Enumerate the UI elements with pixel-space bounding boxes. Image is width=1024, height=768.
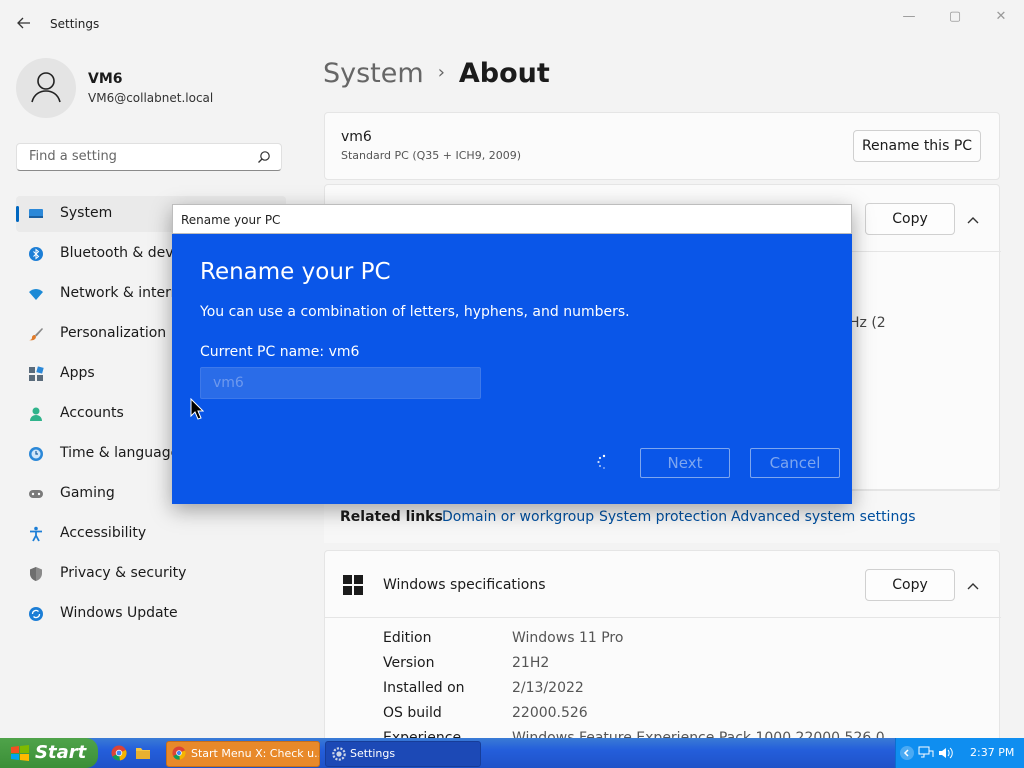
spec-label: Edition	[383, 630, 432, 646]
windows-logo-icon	[343, 575, 363, 595]
advanced-system-settings-link[interactable]: Advanced system settings	[731, 509, 916, 525]
dialog-heading: Rename your PC	[200, 259, 391, 285]
network-icon	[29, 289, 43, 300]
windows-flag-icon	[11, 745, 29, 761]
search-box[interactable]	[16, 143, 282, 171]
taskbar-item-settings[interactable]: Settings	[325, 741, 481, 767]
back-arrow-icon	[17, 17, 30, 29]
app-title: Settings	[50, 17, 100, 31]
chrome-quicklaunch-icon[interactable]	[111, 745, 127, 761]
chevron-right-icon: ›	[437, 62, 445, 83]
dialog-description: You can use a combination of letters, hy…	[200, 304, 630, 320]
back-button[interactable]	[10, 12, 38, 36]
taskbar-item-label: Start Menu X: Check u...	[191, 747, 320, 760]
gamepad-icon	[29, 490, 43, 498]
tray-expand-icon[interactable]	[900, 746, 914, 760]
active-indicator	[16, 206, 19, 222]
maximize-button[interactable]: ▢	[932, 6, 978, 28]
pc-name: vm6	[341, 129, 372, 145]
related-links-label: Related links	[340, 509, 443, 525]
search-input[interactable]	[27, 148, 246, 165]
accounts-icon	[30, 407, 42, 421]
sidebar-item-label: Gaming	[60, 485, 115, 501]
user-email: VM6@collabnet.local	[88, 91, 214, 105]
windows-specs-title: Windows specifications	[383, 577, 546, 593]
sidebar-item-windows-update[interactable]: Windows Update	[16, 596, 286, 632]
chevron-up-icon	[967, 583, 979, 590]
spec-value: 21H2	[512, 655, 550, 671]
domain-workgroup-link[interactable]: Domain or workgroup	[442, 509, 594, 525]
apps-icon	[29, 366, 44, 381]
spec-value: Windows 11 Pro	[512, 630, 624, 646]
user-icon	[31, 72, 61, 103]
user-name: VM6	[88, 71, 123, 87]
title-bar: Settings — ▢ ✕	[0, 0, 1024, 48]
start-label: Start	[35, 742, 87, 763]
network-tray-icon[interactable]	[918, 746, 934, 760]
rename-pc-button[interactable]: Rename this PC	[853, 130, 981, 162]
spec-label: Version	[383, 655, 435, 671]
search-icon[interactable]	[257, 150, 271, 164]
sidebar-item-privacy-security[interactable]: Privacy & security	[16, 556, 286, 592]
loading-spinner-icon	[597, 454, 606, 469]
breadcrumb: System › About	[323, 58, 550, 89]
brush-icon	[29, 328, 43, 341]
cancel-button[interactable]: Cancel	[750, 448, 840, 478]
bluetooth-icon	[29, 247, 43, 261]
clock[interactable]: 2:37 PM	[970, 746, 1014, 759]
dialog-caption: Rename your PC	[181, 213, 281, 227]
copy-windows-specs-button[interactable]: Copy	[865, 569, 955, 601]
sidebar-item-label: Accessibility	[60, 525, 147, 541]
new-pc-name-input[interactable]	[200, 367, 481, 399]
rename-pc-dialog: Rename your PC Rename your PC You can us…	[172, 204, 852, 504]
folder-quicklaunch-icon[interactable]	[135, 745, 151, 761]
taskbar	[0, 738, 1024, 768]
start-button[interactable]: Start	[0, 738, 98, 768]
avatar[interactable]	[16, 58, 76, 118]
clock-icon	[29, 447, 43, 461]
chevron-up-icon	[967, 217, 979, 224]
next-button[interactable]: Next	[640, 448, 730, 478]
system-tray: 2:37 PM	[895, 738, 1024, 768]
sidebar-item-label: Accounts	[60, 405, 124, 421]
minimize-button[interactable]: —	[886, 6, 932, 28]
sidebar-item-label: Time & language	[60, 445, 180, 461]
sidebar-item-label: Apps	[60, 365, 95, 381]
volume-icon[interactable]	[938, 746, 954, 760]
collapse-device-specs-button[interactable]	[967, 209, 991, 229]
divider	[325, 617, 1001, 618]
breadcrumb-parent[interactable]: System	[323, 58, 424, 89]
pc-model: Standard PC (Q35 + ICH9, 2009)	[341, 149, 521, 162]
windows-specs-card: Windows specifications Copy Edition Wind…	[324, 550, 1001, 750]
taskbar-item-chrome[interactable]: Start Menu X: Check u...	[166, 741, 320, 767]
spec-value: 2/13/2022	[512, 680, 584, 696]
settings-gear-icon	[332, 747, 346, 761]
sidebar-item-label: Windows Update	[60, 605, 178, 621]
sidebar-item-label: Personalization	[60, 325, 167, 341]
taskbar-item-label: Settings	[350, 747, 396, 760]
sidebar-item-accessibility[interactable]: Accessibility	[16, 516, 286, 552]
pc-name-card: vm6 Standard PC (Q35 + ICH9, 2009) Renam…	[324, 112, 1000, 180]
spec-label: Installed on	[383, 680, 465, 696]
processor-value-fragment: Hz (2	[849, 315, 886, 331]
update-icon	[29, 607, 43, 621]
close-button[interactable]: ✕	[978, 6, 1024, 28]
chrome-icon	[172, 746, 186, 760]
sidebar-item-label: System	[60, 205, 113, 221]
system-protection-link[interactable]: System protection	[599, 509, 727, 525]
mouse-cursor-icon	[190, 398, 204, 420]
spec-value: 22000.526	[512, 705, 588, 721]
shield-icon	[30, 567, 42, 581]
accessibility-icon	[30, 526, 42, 542]
sidebar-item-label: Privacy & security	[60, 565, 187, 581]
copy-device-specs-button[interactable]: Copy	[865, 203, 955, 235]
collapse-windows-specs-button[interactable]	[967, 575, 991, 595]
system-icon	[29, 209, 43, 218]
dialog-title-bar[interactable]: Rename your PC	[172, 204, 852, 234]
page-title: About	[458, 58, 550, 89]
current-pc-name: Current PC name: vm6	[200, 344, 360, 360]
spec-label: OS build	[383, 705, 442, 721]
